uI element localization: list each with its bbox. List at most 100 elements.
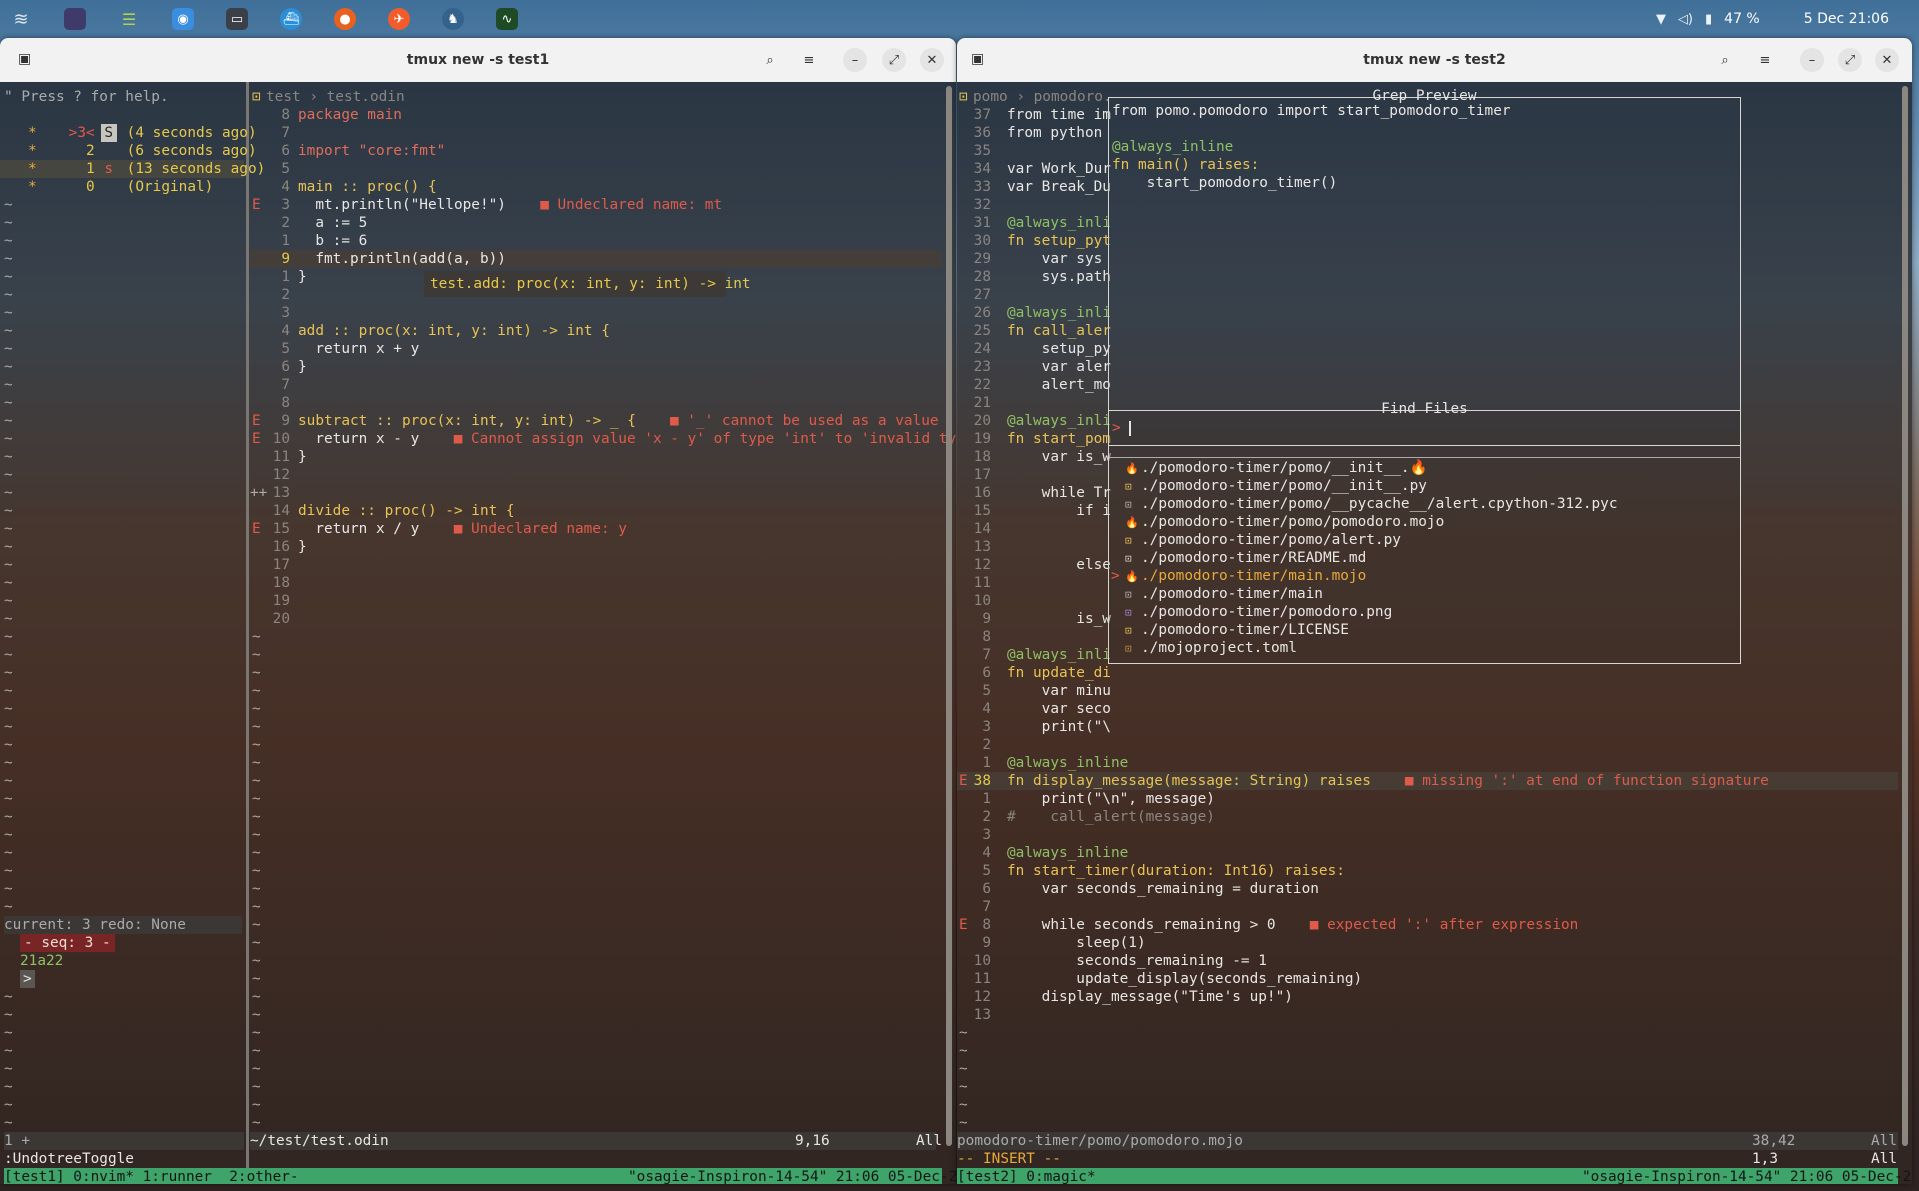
file-path: ./pomodoro-timer/LICENSE (1141, 622, 1349, 638)
titlebar: ▣ tmux new -s test2 ⌕ ≡ – ⤢ ✕ (957, 38, 1912, 82)
camera-icon[interactable]: ◉ (172, 8, 194, 30)
empty-line-marker: ~ (252, 809, 261, 825)
maximize-button[interactable]: ⤢ (1838, 48, 1862, 72)
swift-icon[interactable]: ✈ (388, 8, 410, 30)
file-path: ./mojoproject.toml (1141, 640, 1297, 656)
docker-icon[interactable]: ⛴ (280, 8, 302, 30)
empty-line-marker: ~ (4, 1025, 13, 1041)
breadcrumb: test › test.odin (266, 89, 405, 105)
menu-icon[interactable]: ≋ (10, 8, 32, 30)
empty-line-marker: ~ (4, 593, 13, 609)
scrollbar[interactable] (946, 86, 952, 1146)
line-number: 35 (973, 143, 991, 159)
scrollbar[interactable] (1902, 86, 1908, 1146)
file-result-item[interactable]: ⊡ ./pomodoro-timer/README.md (1109, 549, 1738, 568)
code-line: from time im (1007, 107, 1111, 123)
undotree-row[interactable]: * >3< S (4 seconds ago) (0, 124, 257, 142)
hover-signature: test.add: proc(x: int, y: int) -> int (424, 271, 751, 297)
file-result-item[interactable]: ⊡ ./mojoproject.toml (1109, 639, 1738, 658)
python-file-icon: ⊡ (1125, 480, 1132, 493)
line-number: 10 (973, 593, 991, 609)
line-number: 7 (982, 899, 991, 915)
files-icon[interactable]: ☰ (118, 8, 140, 30)
undotree-row[interactable]: * 1 s (13 seconds ago) (0, 160, 265, 178)
battery-icon[interactable]: ▮ (1705, 12, 1712, 27)
code-line: return x - y (298, 431, 420, 447)
code-line: fn start_timer(duration: Int16) raises: (1007, 863, 1345, 879)
undotree-time: (6 seconds ago) (126, 143, 257, 159)
code-line: } (298, 449, 307, 465)
new-tab-icon[interactable]: ▣ (971, 51, 984, 67)
file-result-item[interactable]: ⊡ ./pomodoro-timer/main (1109, 585, 1738, 604)
diagnostic-message: ■ missing ':' at end of function signatu… (1404, 773, 1769, 789)
code-line: var Break_Du (1007, 179, 1111, 195)
empty-line-marker: ~ (4, 989, 13, 1005)
undotree-row[interactable]: * 0 (Original) (0, 178, 244, 196)
file-result-item[interactable]: ⊡ ./pomodoro-timer/pomo/__init__.py (1109, 477, 1738, 496)
code-line: @always_inline (1007, 845, 1129, 861)
terminal-content[interactable]: " Press ? for help. * >3< S (4 seconds ago) *… (0, 82, 956, 1184)
monitor-icon[interactable]: ∿ (496, 8, 518, 30)
line-number: 14 (272, 503, 290, 519)
empty-line-marker: ~ (959, 1061, 968, 1077)
find-files-window: Find Files > 🔥 ./pomodoro-timer/pomo/__init… (1108, 401, 1741, 664)
file-result-item[interactable]: > 🔥 ./pomodoro-timer/main.mojo (1109, 567, 1738, 586)
line-number: 2 (281, 215, 290, 231)
close-button[interactable]: ✕ (1875, 48, 1899, 72)
line-number: 11 (973, 575, 991, 591)
code-line: @always_inli (1007, 647, 1111, 663)
file-result-item[interactable]: ⊡ ./pomodoro-timer/pomodoro.png (1109, 603, 1738, 622)
undotree-row[interactable]: * 2 (6 seconds ago) (0, 142, 257, 160)
file-result-item[interactable]: ⊡ ./pomodoro-timer/pomo/__pycache__/alert… (1109, 495, 1738, 514)
volume-icon[interactable]: ◁) (1678, 12, 1693, 27)
search-icon[interactable]: ⌕ (1713, 48, 1737, 72)
close-button[interactable]: ✕ (920, 48, 944, 72)
code-line: } (298, 539, 307, 555)
empty-line-marker: ~ (4, 1007, 13, 1023)
system-tray: ▼ ◁) ▮ 47 % 5 Dec 21:06 (1656, 0, 1889, 38)
empty-line-marker: ~ (4, 773, 13, 789)
file-result-item[interactable]: 🔥 ./pomodoro-timer/pomo/__init__.🔥 (1109, 459, 1738, 478)
wifi-icon[interactable]: ▼ (1656, 12, 1666, 27)
file-result-item[interactable]: ⊡ ./pomodoro-timer/pomo/alert.py (1109, 531, 1738, 550)
python-file-icon: ⊡ (1125, 534, 1132, 547)
status-scroll: All (916, 1133, 942, 1149)
undotree-seq: 2 (86, 143, 95, 159)
menu-icon[interactable]: ≡ (1753, 48, 1777, 72)
terminal-icon[interactable] (64, 8, 86, 30)
maximize-button[interactable]: ⤢ (882, 48, 906, 72)
terminal-window-left: ▣ tmux new -s test1 ⌕ ≡ – ⤢ ✕ " Press ? … (0, 38, 956, 1184)
line-number: 18 (272, 575, 290, 591)
find-files-input[interactable]: > (1109, 419, 1740, 446)
clock[interactable]: 5 Dec 21:06 (1804, 11, 1889, 27)
code-line: package main (298, 107, 402, 123)
empty-line-marker: ~ (4, 197, 13, 213)
find-files-title-wrap: Find Files (1109, 401, 1740, 417)
code-line: setup_py (1007, 341, 1111, 357)
firefox-icon[interactable]: ● (334, 8, 356, 30)
new-tab-icon[interactable]: ▣ (18, 51, 31, 67)
file-result-item[interactable]: 🔥 ./pomodoro-timer/pomo/pomodoro.mojo (1109, 513, 1738, 532)
tmux-icon[interactable]: ▭ (226, 8, 248, 30)
line-number: 8 (281, 107, 290, 123)
code-line: fn call_aler (1007, 323, 1111, 339)
line-number: 26 (973, 305, 991, 321)
line-number: 19 (973, 431, 991, 447)
line-number: 8 (982, 629, 991, 645)
code-pane-left: test › test.odin ⊡ 8 package main 7 6 import "… (250, 82, 956, 1172)
postgres-icon[interactable]: ♞ (442, 8, 464, 30)
file-result-item[interactable]: ⊡ ./pomodoro-timer/LICENSE (1109, 621, 1738, 640)
minimize-button[interactable]: – (843, 48, 867, 72)
empty-line-marker: ~ (252, 629, 261, 645)
terminal-content[interactable]: ⊡ pomo › pomodoro. 37 from time im 36 from py… (957, 82, 1912, 1184)
minimize-button[interactable]: – (1800, 48, 1824, 72)
top-panel: ≋ ☰ ◉ ▭ ⛴ ● ✈ ♞ ∿ ▼ ◁) ▮ 47 % 5 Dec 21:0… (0, 0, 1919, 38)
line-number: 9 (281, 413, 290, 429)
empty-line-marker: ~ (252, 683, 261, 699)
empty-line-marker: ~ (252, 755, 261, 771)
empty-line-marker: ~ (959, 1043, 968, 1059)
search-icon[interactable]: ⌕ (758, 48, 782, 72)
diagnostic-message: ■ Cannot assign value 'x - y' of type 'i… (453, 431, 956, 447)
diagnostic-message: ■ '_' cannot be used as a value (669, 413, 939, 429)
menu-icon[interactable]: ≡ (797, 48, 821, 72)
